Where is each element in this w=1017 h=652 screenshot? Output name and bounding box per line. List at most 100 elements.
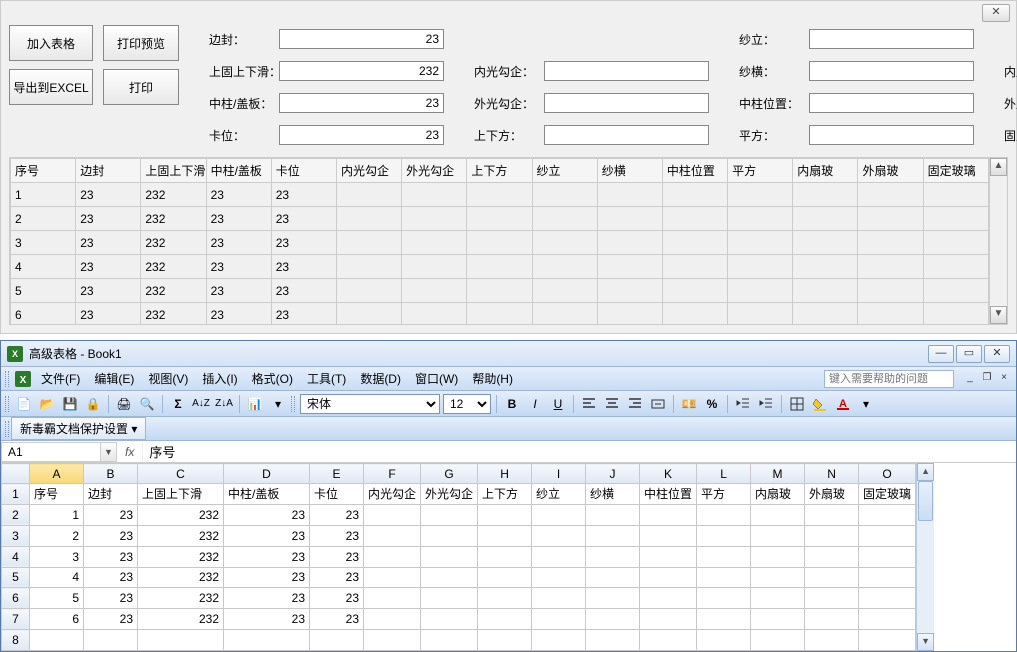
grid-cell[interactable]: 23 xyxy=(76,303,141,326)
grid-header[interactable]: 边封 xyxy=(76,159,141,183)
grid-cell[interactable] xyxy=(467,303,532,326)
save-icon[interactable]: 💾 xyxy=(60,394,80,414)
sheet-cell[interactable] xyxy=(640,567,697,588)
menu-edit[interactable]: 编辑(E) xyxy=(88,368,140,389)
sheet-cell[interactable] xyxy=(805,609,859,630)
sheet-cell[interactable] xyxy=(751,567,805,588)
grid-cell[interactable] xyxy=(597,279,662,303)
sheet-cell[interactable]: 23 xyxy=(84,609,138,630)
sheet-cell[interactable] xyxy=(697,525,751,546)
sheet-cell[interactable]: 6 xyxy=(30,609,84,630)
sheet-cell[interactable] xyxy=(421,546,478,567)
sheet-cell[interactable] xyxy=(586,546,640,567)
sheet-cell[interactable] xyxy=(697,609,751,630)
grid-cell[interactable] xyxy=(858,207,923,231)
help-search-input[interactable] xyxy=(824,370,954,388)
field-input-kawei[interactable] xyxy=(279,125,444,145)
column-header[interactable]: G xyxy=(421,464,478,484)
sheet-cell[interactable] xyxy=(640,546,697,567)
row-header[interactable]: 5 xyxy=(2,567,30,588)
sheet-cell[interactable]: 232 xyxy=(138,588,224,609)
column-header[interactable]: H xyxy=(478,464,532,484)
grid-cell[interactable] xyxy=(597,255,662,279)
grid-cell[interactable] xyxy=(662,231,727,255)
sheet-cell[interactable] xyxy=(138,630,224,651)
permission-icon[interactable]: 🔒 xyxy=(83,394,103,414)
grid-cell[interactable] xyxy=(597,183,662,207)
scroll-down-icon[interactable]: ▼ xyxy=(990,306,1007,324)
sheet-cell[interactable] xyxy=(586,567,640,588)
sheet-cell[interactable] xyxy=(532,504,586,525)
align-center-icon[interactable] xyxy=(602,394,622,414)
sheet-cell[interactable]: 23 xyxy=(224,525,310,546)
column-header[interactable]: I xyxy=(532,464,586,484)
sheet-cell[interactable] xyxy=(421,567,478,588)
sheet-cell[interactable]: 23 xyxy=(84,588,138,609)
sheet-cell[interactable] xyxy=(421,504,478,525)
grid-cell[interactable]: 23 xyxy=(76,183,141,207)
column-header[interactable]: D xyxy=(224,464,310,484)
row-header[interactable]: 7 xyxy=(2,609,30,630)
sheet-cell[interactable] xyxy=(751,609,805,630)
grid-cell[interactable] xyxy=(662,207,727,231)
field-input-bianfeng[interactable] xyxy=(279,29,444,49)
field-input-shaheng[interactable] xyxy=(809,61,974,81)
sheet-cell[interactable] xyxy=(421,630,478,651)
grid-cell[interactable]: 1 xyxy=(11,183,76,207)
sheet-cell[interactable] xyxy=(805,525,859,546)
grid-cell[interactable] xyxy=(467,231,532,255)
bold-icon[interactable]: B xyxy=(502,394,522,414)
field-input-zhongzhu_gaiban[interactable] xyxy=(279,93,444,113)
menu-help[interactable]: 帮助(H) xyxy=(466,368,519,389)
export-excel-button[interactable]: 导出到EXCEL xyxy=(9,69,93,105)
row-header[interactable]: 4 xyxy=(2,546,30,567)
grid-cell[interactable] xyxy=(402,207,467,231)
row-header[interactable]: 8 xyxy=(2,630,30,651)
sheet-cell[interactable]: 23 xyxy=(84,504,138,525)
sheet-cell[interactable] xyxy=(697,630,751,651)
name-box-input[interactable] xyxy=(1,442,101,462)
menu-format[interactable]: 格式(O) xyxy=(246,368,299,389)
sheet-cell[interactable] xyxy=(859,609,916,630)
grid-cell[interactable]: 232 xyxy=(141,231,206,255)
select-all-corner[interactable] xyxy=(2,464,30,484)
minimize-icon[interactable]: — xyxy=(928,345,954,363)
sheet-cell[interactable] xyxy=(30,630,84,651)
sheet-cell[interactable]: 23 xyxy=(224,546,310,567)
grid-cell[interactable]: 23 xyxy=(76,255,141,279)
column-header[interactable]: N xyxy=(805,464,859,484)
chart-icon[interactable]: 📊 xyxy=(245,394,265,414)
sheet-cell[interactable] xyxy=(478,525,532,546)
decrease-indent-icon[interactable] xyxy=(733,394,753,414)
toolbar-options-icon[interactable]: ▾ xyxy=(268,394,288,414)
sheet-cell[interactable] xyxy=(421,525,478,546)
sheet-cell[interactable] xyxy=(859,504,916,525)
grid-cell[interactable] xyxy=(662,279,727,303)
grid-cell[interactable] xyxy=(662,255,727,279)
column-header[interactable]: J xyxy=(586,464,640,484)
grid-cell[interactable] xyxy=(728,183,793,207)
close-icon[interactable]: ✕ xyxy=(984,345,1010,363)
grid-cell[interactable]: 23 xyxy=(206,183,271,207)
table-row[interactable]: 2232322323 xyxy=(11,207,989,231)
grid-header[interactable]: 中柱/盖板 xyxy=(206,159,271,183)
sheet-cell[interactable]: 序号 xyxy=(30,484,84,505)
sheet-cell[interactable] xyxy=(310,630,364,651)
underline-icon[interactable]: U xyxy=(548,394,568,414)
grid-cell[interactable] xyxy=(923,255,988,279)
doc-close-icon[interactable]: × xyxy=(996,372,1012,386)
document-protect-button[interactable]: 新毒霸文档保护设置 ▾ xyxy=(11,417,146,440)
grid-cell[interactable] xyxy=(923,207,988,231)
sheet-cell[interactable]: 23 xyxy=(310,588,364,609)
sheet-cell[interactable]: 23 xyxy=(224,609,310,630)
sheet-cell[interactable] xyxy=(478,567,532,588)
fx-icon[interactable]: fx xyxy=(117,445,142,459)
field-input-waiguang[interactable] xyxy=(544,93,709,113)
grid-cell[interactable] xyxy=(467,183,532,207)
print-button[interactable]: 打印 xyxy=(103,69,179,105)
new-icon[interactable]: 📄 xyxy=(14,394,34,414)
grid-cell[interactable]: 232 xyxy=(141,207,206,231)
sheet-cell[interactable]: 纱横 xyxy=(586,484,640,505)
sheet-cell[interactable] xyxy=(84,630,138,651)
increase-indent-icon[interactable] xyxy=(756,394,776,414)
